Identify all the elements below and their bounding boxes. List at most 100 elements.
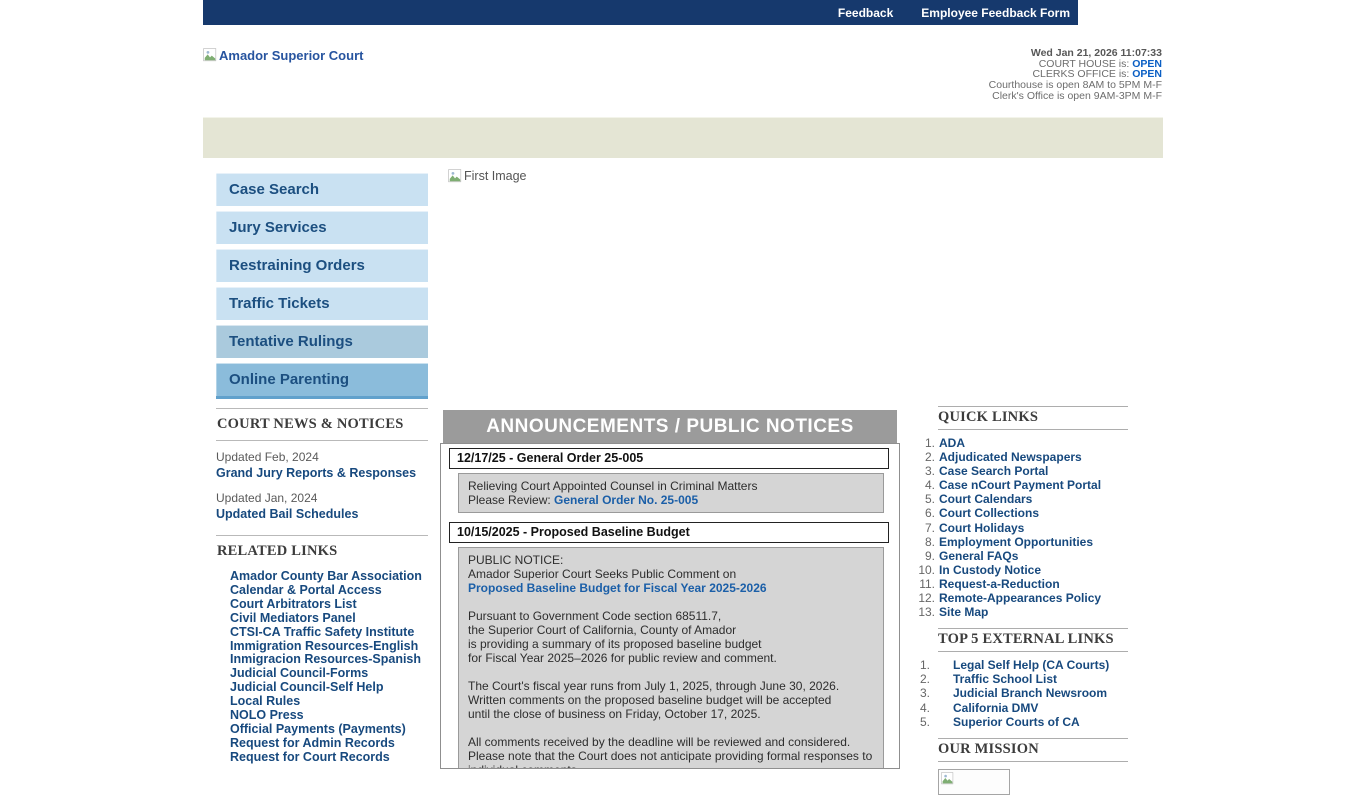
nav-button-tentative-rulings[interactable]: Tentative Rulings [216,325,428,358]
quick-link-case-ncourt-payment-portal[interactable]: Case nCourt Payment Portal [939,478,1101,492]
news-link-updated-bail-schedules[interactable]: Updated Bail Schedules [216,507,358,521]
quick-link-remote-appearances-policy[interactable]: Remote-Appearances Policy [939,591,1101,605]
announcement-text: Relieving Court Appointed Counsel in Cri… [468,479,757,493]
related-link-request-for-admin-records[interactable]: Request for Admin Records [230,737,428,751]
news-updated-label: Updated Feb, 2024 [216,450,428,464]
right-sidebar: QUICK LINKS 1.ADA2.Adjudicated Newspaper… [918,406,1134,795]
quick-link-item: 3.Case Search Portal [918,464,1134,478]
broken-image-icon [203,48,217,65]
list-number: 4. [918,701,930,715]
left-sidebar: Case Search Jury Services Restraining Orde… [216,173,428,765]
quick-link-ada[interactable]: ADA [939,436,965,450]
list-number: 9. [918,549,935,563]
quick-link-item: 1.ADA [918,436,1134,450]
quick-link-court-holidays[interactable]: Court Holidays [939,521,1024,535]
related-link-calendar-portal-access[interactable]: Calendar & Portal Access [230,584,428,598]
top5-link-judicial-branch-newsroom[interactable]: Judicial Branch Newsroom [953,686,1107,700]
list-number: 13. [918,605,935,619]
news-link-grand-jury-reports-responses[interactable]: Grand Jury Reports & Responses [216,466,416,480]
first-image-alt-text: First Image [464,169,527,183]
announcement-text: PUBLIC NOTICE: [468,553,563,567]
announcement-text: Please note that the Court does not anti… [468,749,872,763]
quick-link-item: 13. Site Map [918,605,1134,619]
news-item: Updated Jan, 2024Updated Bail Schedules [216,491,428,523]
quick-links-list: 1.ADA2.Adjudicated Newspapers3.Case Sear… [918,436,1134,619]
nav-button-jury-services[interactable]: Jury Services [216,211,428,244]
topbar-link-employee-feedback-form[interactable]: Employee Feedback Form [921,6,1070,20]
top5-link-superior-courts-of-ca[interactable]: Superior Courts of CA [953,715,1080,729]
list-number: 12. [918,591,935,605]
divider [938,738,1128,739]
related-link-nolo-press[interactable]: NOLO Press [230,709,428,723]
related-link-civil-mediators-panel[interactable]: Civil Mediators Panel [230,612,428,626]
nav-button-online-parenting[interactable]: Online Parenting [216,363,428,399]
top5-link-traffic-school-list[interactable]: Traffic School List [953,672,1057,686]
list-number: 5. [918,715,930,729]
list-number: 4. [918,478,935,492]
list-number: 11. [918,577,935,591]
top5-links-list: 1.Legal Self Help (CA Courts)2.Traffic S… [918,658,1134,728]
nav-button-case-search[interactable]: Case Search [216,173,428,206]
announcement-text: for Fiscal Year 2025–2026 for public rev… [468,651,777,665]
mission-image-placeholder [938,769,1010,795]
quick-link-item: 5.Court Calendars [918,492,1134,506]
announcement-link-proposed-baseline-budget-for-fiscal-year-2025-2026[interactable]: Proposed Baseline Budget for Fiscal Year… [468,581,767,595]
list-number: 3. [918,686,930,700]
announcement-text: Pursuant to Government Code section 6851… [468,609,721,623]
announcement-line: PUBLIC NOTICE: [468,553,874,567]
court-status-block: Wed Jan 21, 2026 11:07:33 COURT HOUSE is… [989,48,1162,102]
quick-link-item: 9. General FAQs [918,549,1134,563]
related-link-court-arbitrators-list[interactable]: Court Arbitrators List [230,598,428,612]
quick-link-item: 12. Remote-Appearances Policy [918,591,1134,605]
site-logo-link[interactable]: Amador Superior Court [203,48,363,65]
nav-button-traffic-tickets[interactable]: Traffic Tickets [216,287,428,320]
announcement-line: Written comments on the proposed baselin… [468,693,874,707]
announcement-line: Please Review: General Order No. 25-005 [468,493,874,507]
quick-link-item: 10.In Custody Notice [918,563,1134,577]
list-number: 1. [918,658,930,672]
divider [216,408,428,409]
quick-link-site-map[interactable]: Site Map [939,605,988,619]
announcement-body: Relieving Court Appointed Counsel in Cri… [458,473,884,513]
quick-link-case-search-portal[interactable]: Case Search Portal [939,464,1048,478]
related-link-local-rules[interactable]: Local Rules [230,695,428,709]
quick-link-employment-opportunities[interactable]: Employment Opportunities [939,535,1093,549]
related-link-amador-county-bar-association[interactable]: Amador County Bar Association [230,570,428,584]
top5-link-california-dmv[interactable]: California DMV [953,701,1038,715]
announcement-text: is providing a summary of its proposed b… [468,637,762,651]
quick-link-request-a-reduction[interactable]: Request-a-Reduction [939,577,1060,591]
announcement-text: Please Review: [468,493,554,507]
announcements-panel: 12/17/25 - General Order 25-005Relieving… [440,443,900,769]
quick-link-general-faqs[interactable]: General FAQs [939,549,1018,563]
related-link-judicial-council-forms[interactable]: Judicial Council-Forms [230,667,428,681]
quick-link-in-custody-notice[interactable]: In Custody Notice [939,563,1041,577]
top5-link-legal-self-help-ca-courts[interactable]: Legal Self Help (CA Courts) [953,658,1109,672]
related-link-judicial-council-self-help[interactable]: Judicial Council-Self Help [230,681,428,695]
first-image-placeholder: First Image [448,169,527,186]
related-link-official-payments-payments[interactable]: Official Payments (Payments) [230,723,428,737]
nav-button-restraining-orders[interactable]: Restraining Orders [216,249,428,282]
line-gap [468,665,874,679]
quick-link-court-calendars[interactable]: Court Calendars [939,492,1032,506]
topbar-link-feedback[interactable]: Feedback [838,6,893,20]
related-link-immigration-resources-english[interactable]: Immigration Resources-English [230,640,428,654]
list-number: 7. [918,521,935,535]
top5-links-heading: TOP 5 EXTERNAL LINKS [938,631,1128,648]
announcement-link-general-order-no-25-005[interactable]: General Order No. 25-005 [554,493,698,507]
site-logo-alt-text: Amador Superior Court [219,48,363,63]
related-link-ctsi-ca-traffic-safety-institute[interactable]: CTSI-CA Traffic Safety Institute [230,626,428,640]
related-link-inmigracion-resources-spanish[interactable]: Inmigracion Resources-Spanish [230,653,428,667]
court-news-heading: COURT NEWS & NOTICES [217,416,428,433]
quick-link-adjudicated-newspapers[interactable]: Adjudicated Newspapers [939,450,1082,464]
announcement-line: Amador Superior Court Seeks Public Comme… [468,567,874,581]
related-link-request-for-court-records[interactable]: Request for Court Records [230,751,428,765]
top5-link-item: 4. California DMV [918,701,1134,715]
top5-link-item: 5. Superior Courts of CA [918,715,1134,729]
clerk-hours: Clerk's Office is open 9AM-3PM M-F [989,91,1162,102]
announcement-text: the Superior Court of California, County… [468,623,736,637]
quick-link-court-collections[interactable]: Court Collections [939,506,1039,520]
mission-heading-wrap: OUR MISSION [938,738,1128,762]
top5-heading-wrap: TOP 5 EXTERNAL LINKS [938,628,1128,652]
announcement-line: Please note that the Court does not anti… [468,749,874,763]
quick-link-item: 8.Employment Opportunities [918,535,1134,549]
